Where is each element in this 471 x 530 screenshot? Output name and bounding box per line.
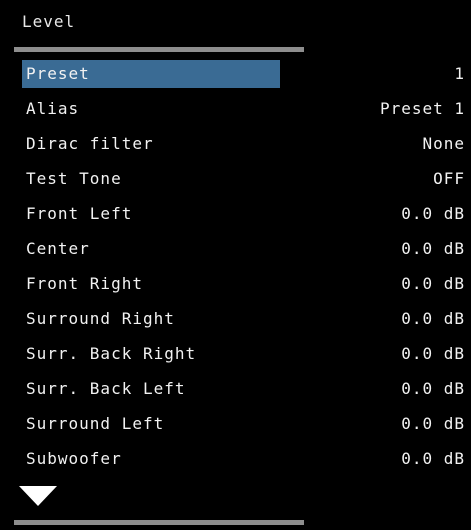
triangle-down-icon[interactable]	[19, 486, 57, 506]
menu-item-label: Surr. Back Right	[26, 344, 197, 363]
menu-item-surround-left[interactable]: Surround Left 0.0 dB	[0, 410, 471, 445]
menu-item-value: 0.0 dB	[401, 344, 465, 363]
menu-item-test-tone[interactable]: Test Tone OFF	[0, 165, 471, 200]
menu-item-preset[interactable]: Preset 1	[0, 60, 471, 95]
top-divider	[14, 47, 304, 52]
bottom-divider	[14, 520, 304, 525]
menu-item-value: Preset 1	[379, 99, 465, 118]
menu-item-dirac-filter[interactable]: Dirac filter None	[0, 130, 471, 165]
menu-item-label: Front Right	[26, 274, 143, 293]
menu-item-surr-back-right[interactable]: Surr. Back Right 0.0 dB	[0, 340, 471, 375]
menu-title: Level	[22, 12, 76, 31]
menu-item-label: Front Left	[26, 204, 133, 223]
menu-item-value: OFF	[433, 169, 465, 188]
menu-item-label: Test Tone	[26, 169, 122, 188]
menu-item-value: None	[422, 134, 465, 153]
menu-item-label: Alias	[26, 99, 80, 118]
menu-item-value: 0.0 dB	[401, 204, 465, 223]
menu-item-value: 0.0 dB	[401, 239, 465, 258]
menu-item-value: 0.0 dB	[401, 449, 465, 468]
menu-item-label: Center	[26, 239, 90, 258]
menu-item-subwoofer[interactable]: Subwoofer 0.0 dB	[0, 445, 471, 480]
menu-item-value: 0.0 dB	[401, 379, 465, 398]
menu-item-surr-back-left[interactable]: Surr. Back Left 0.0 dB	[0, 375, 471, 410]
menu-item-label: Preset	[22, 60, 280, 88]
menu-item-front-right[interactable]: Front Right 0.0 dB	[0, 270, 471, 305]
menu-item-label: Surr. Back Left	[26, 379, 186, 398]
menu-item-label: Surround Right	[26, 309, 175, 328]
menu-item-label: Dirac filter	[26, 134, 154, 153]
menu-item-label: Surround Left	[26, 414, 165, 433]
menu-item-value: 0.0 dB	[401, 309, 465, 328]
menu-list: Preset 1 Alias Preset 1 Dirac filter Non…	[0, 60, 471, 480]
menu-item-alias[interactable]: Alias Preset 1	[0, 95, 471, 130]
menu-item-center[interactable]: Center 0.0 dB	[0, 235, 471, 270]
level-menu-screen: Level Preset 1 Alias Preset 1 Dirac filt…	[0, 0, 471, 530]
menu-item-value: 0.0 dB	[401, 274, 465, 293]
menu-item-surround-right[interactable]: Surround Right 0.0 dB	[0, 305, 471, 340]
menu-item-label: Subwoofer	[26, 449, 122, 468]
menu-item-front-left[interactable]: Front Left 0.0 dB	[0, 200, 471, 235]
menu-item-value: 1	[454, 64, 465, 83]
menu-item-value: 0.0 dB	[401, 414, 465, 433]
